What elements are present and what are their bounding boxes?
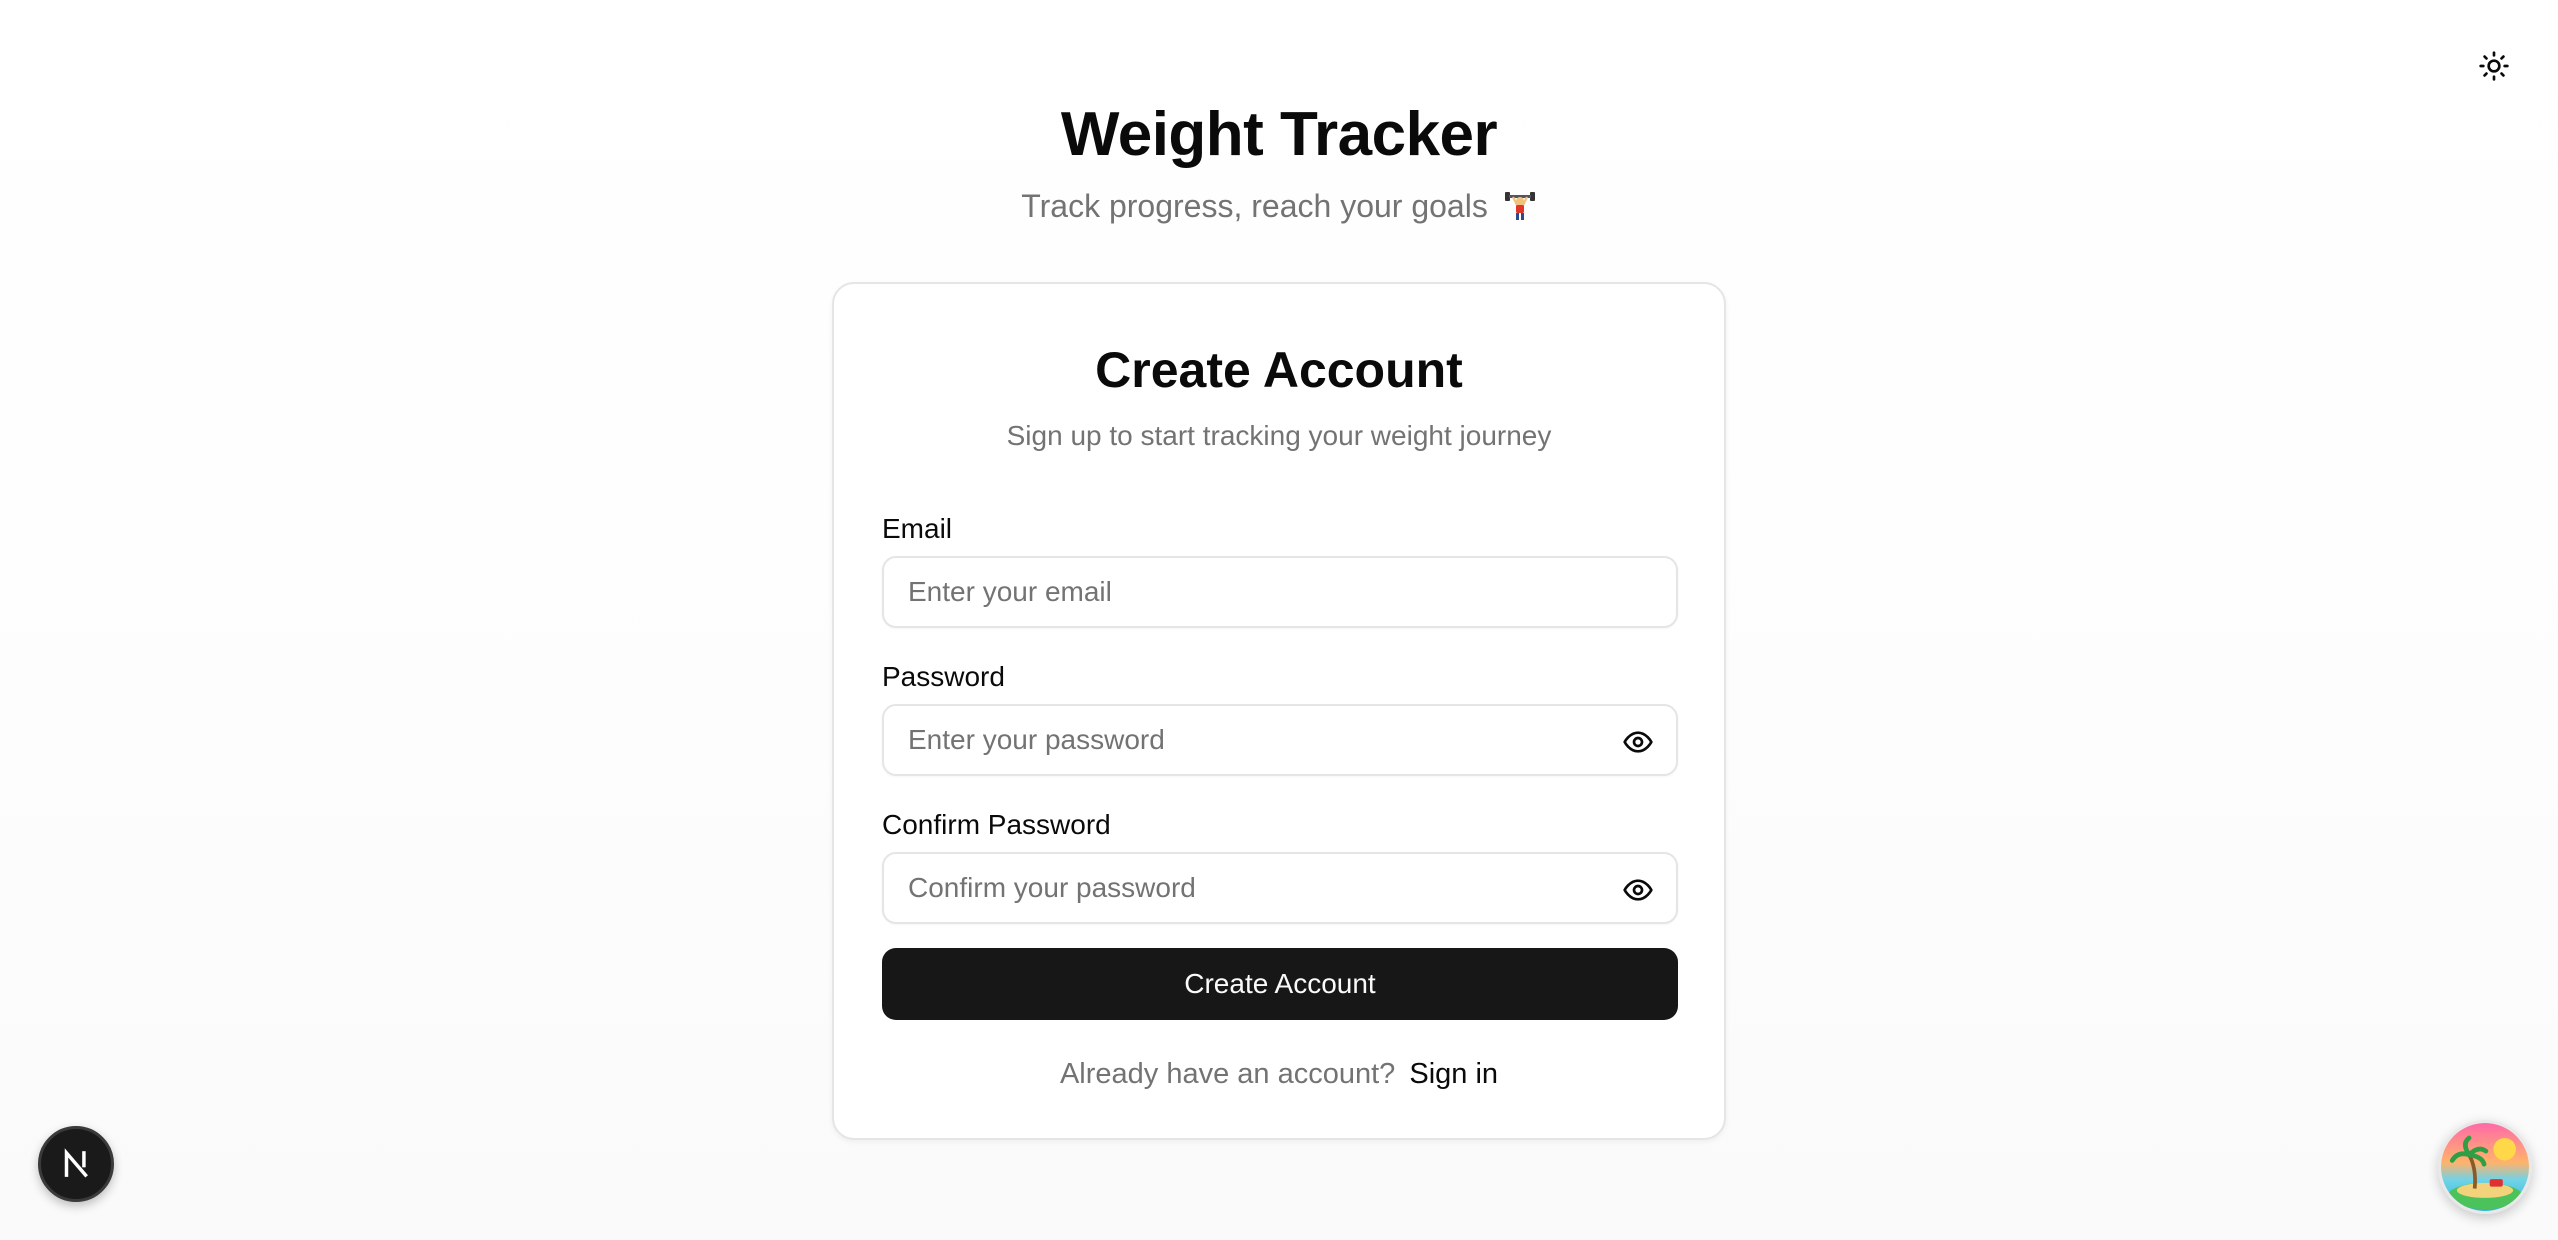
theme-toggle-button[interactable] bbox=[2468, 40, 2520, 92]
nextjs-logo-icon bbox=[64, 1148, 88, 1178]
signin-link[interactable]: Sign in bbox=[1409, 1058, 1498, 1090]
eye-icon bbox=[1623, 731, 1653, 753]
app-subtitle-text: Track progress, reach your goals bbox=[1021, 188, 1488, 224]
tropical-island-icon bbox=[2441, 1123, 2529, 1211]
signin-prompt: Already have an account? bbox=[1059, 1058, 1396, 1090]
nextjs-dev-indicator[interactable] bbox=[38, 1126, 114, 1202]
signup-card: Create Account Sign up to start tracking… bbox=[832, 282, 1726, 1140]
confirm-password-visibility-toggle[interactable] bbox=[1618, 870, 1658, 910]
eye-icon bbox=[1623, 879, 1653, 901]
app-subtitle: Track progress, reach your goals bbox=[0, 186, 2558, 226]
confirm-password-label: Confirm Password bbox=[882, 809, 1111, 840]
confirm-password-input[interactable] bbox=[884, 854, 1676, 922]
password-label: Password bbox=[882, 661, 1005, 692]
password-input[interactable] bbox=[884, 706, 1676, 774]
sun-icon bbox=[2479, 51, 2509, 81]
password-field-wrapper bbox=[882, 704, 1678, 776]
card-title: Create Account bbox=[1095, 342, 1463, 398]
create-account-button[interactable]: Create Account bbox=[882, 948, 1678, 1020]
password-visibility-toggle[interactable] bbox=[1618, 722, 1658, 762]
email-field-wrapper bbox=[882, 556, 1678, 628]
signin-row: Already have an account? Sign in bbox=[834, 1056, 1724, 1092]
floating-widget-button[interactable] bbox=[2438, 1120, 2532, 1214]
weightlifter-emoji-icon bbox=[1504, 192, 1535, 220]
email-label: Email bbox=[882, 513, 953, 544]
email-input[interactable] bbox=[884, 558, 1676, 626]
app-title: Weight Tracker bbox=[1060, 100, 1498, 169]
confirm-password-field-wrapper bbox=[882, 852, 1678, 924]
app-header: Weight Tracker Track progress, reach you… bbox=[0, 98, 2558, 226]
card-description: Sign up to start tracking your weight jo… bbox=[1006, 420, 1552, 451]
